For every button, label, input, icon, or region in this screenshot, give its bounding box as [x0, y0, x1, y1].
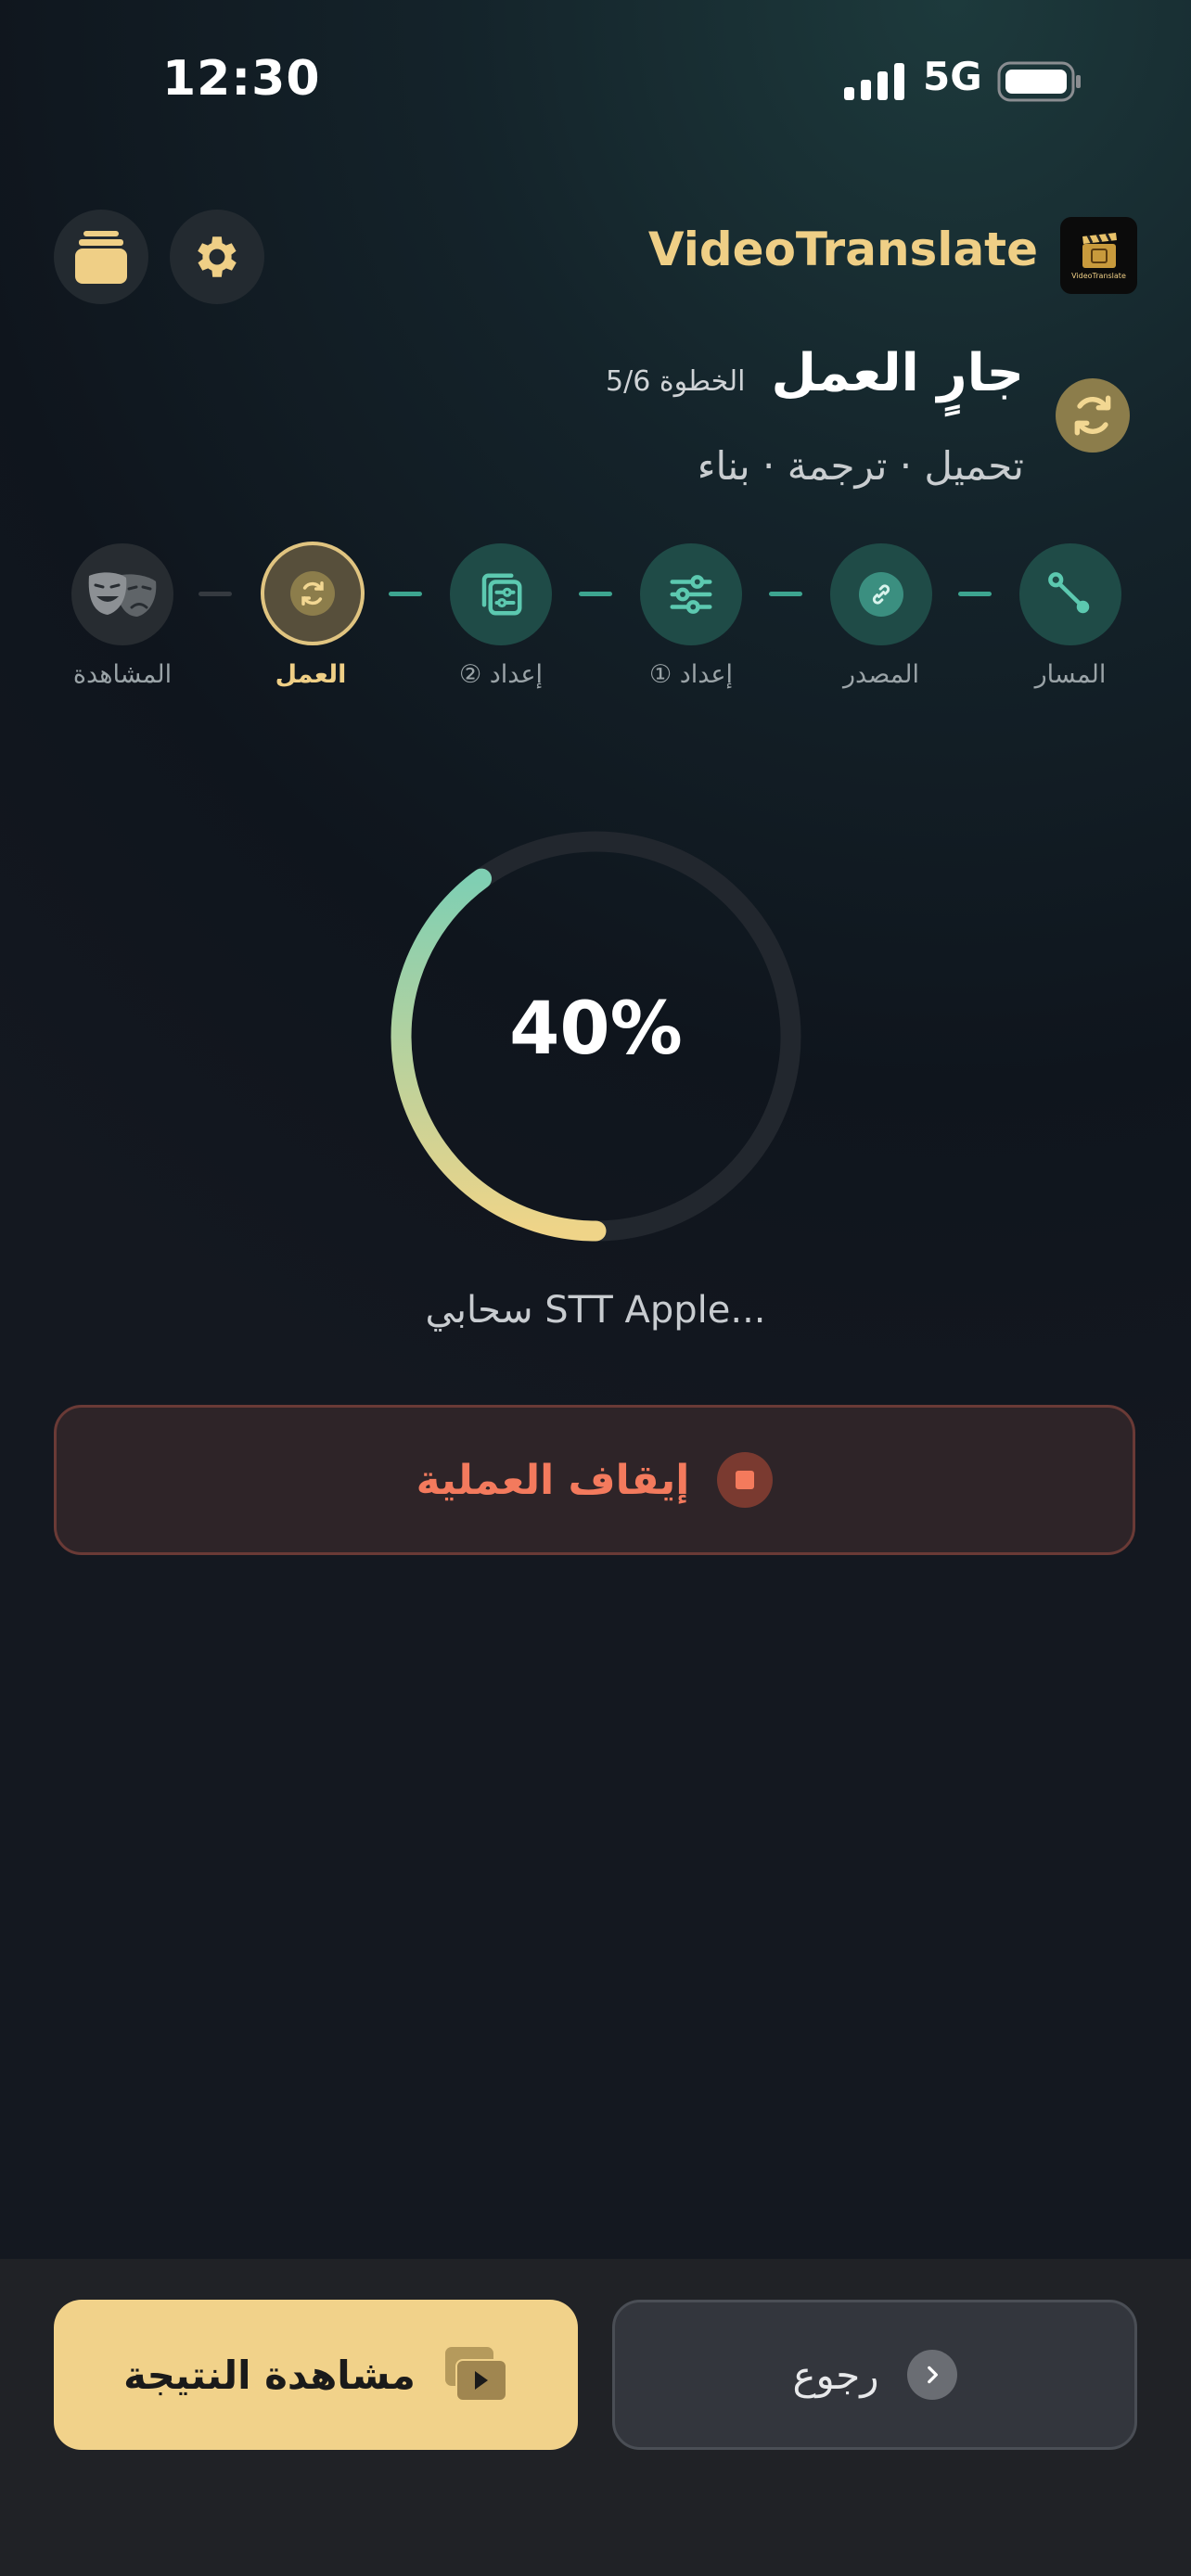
clapperboard-icon	[1082, 233, 1117, 268]
network-type: 5G	[923, 54, 982, 99]
back-label: رجوع	[792, 2352, 879, 2398]
app-title: VideoTranslate	[647, 223, 1038, 276]
page-subtitle: تحميل · ترجمة · بناء	[697, 443, 1024, 489]
app-logo: VideoTranslate	[1060, 217, 1137, 294]
stop-icon	[717, 1452, 774, 1508]
step-label-setup-1: إعداد ①	[648, 660, 734, 689]
stop-process-label: إيقاف العملية	[416, 1456, 690, 1504]
progress-status: سحابي STT Apple...	[425, 1289, 766, 1332]
step-label-route: المسار	[1034, 660, 1107, 689]
view-result-label: مشاهدة النتيجة	[123, 2352, 416, 2398]
step-connector	[579, 592, 612, 596]
step-work[interactable]	[261, 542, 365, 645]
step-watch[interactable]	[71, 543, 173, 645]
chevron-right-icon	[906, 2350, 957, 2400]
heading-row: جارٍ العمل الخطوة 5/6	[606, 343, 1024, 403]
step-counter: الخطوة 5/6	[606, 365, 746, 398]
step-setup-2[interactable]	[450, 543, 552, 645]
step-route[interactable]	[1019, 543, 1121, 645]
archive-icon	[75, 231, 127, 284]
step-setup-1[interactable]	[640, 543, 742, 645]
page-title: جارٍ العمل	[771, 343, 1024, 403]
sliders-icon	[670, 575, 712, 614]
video-gallery-icon	[444, 2347, 507, 2402]
battery-icon	[997, 61, 1082, 106]
route-icon	[1048, 572, 1090, 614]
sync-icon	[301, 581, 324, 606]
step-connector	[958, 592, 992, 596]
gear-icon	[198, 236, 237, 277]
running-status-icon	[1056, 378, 1130, 453]
step-connector	[389, 592, 422, 596]
link-icon	[872, 584, 890, 605]
logo-text: VideoTranslate	[1071, 272, 1126, 280]
settings-button[interactable]	[170, 210, 264, 304]
step-source[interactable]	[830, 543, 932, 645]
view-result-button[interactable]: مشاهدة النتيجة	[54, 2300, 578, 2450]
step-label-setup-2: إعداد ②	[458, 660, 544, 689]
status-time: 12:30	[162, 51, 321, 107]
step-connector	[769, 592, 802, 596]
stack-settings-icon	[481, 573, 522, 616]
theater-masks-icon	[88, 572, 157, 617]
archive-button[interactable]	[54, 210, 148, 304]
progress-percent: 40%	[509, 988, 683, 1071]
stop-process-button[interactable]: إيقاف العملية	[54, 1405, 1135, 1555]
step-label-work: العمل	[275, 660, 347, 689]
step-label-source: المصدر	[843, 660, 919, 689]
back-button[interactable]: رجوع	[612, 2300, 1137, 2450]
signal-icon	[844, 63, 905, 104]
step-connector	[198, 592, 232, 596]
sync-icon	[1074, 395, 1111, 436]
step-label-watch: المشاهدة	[72, 660, 173, 689]
